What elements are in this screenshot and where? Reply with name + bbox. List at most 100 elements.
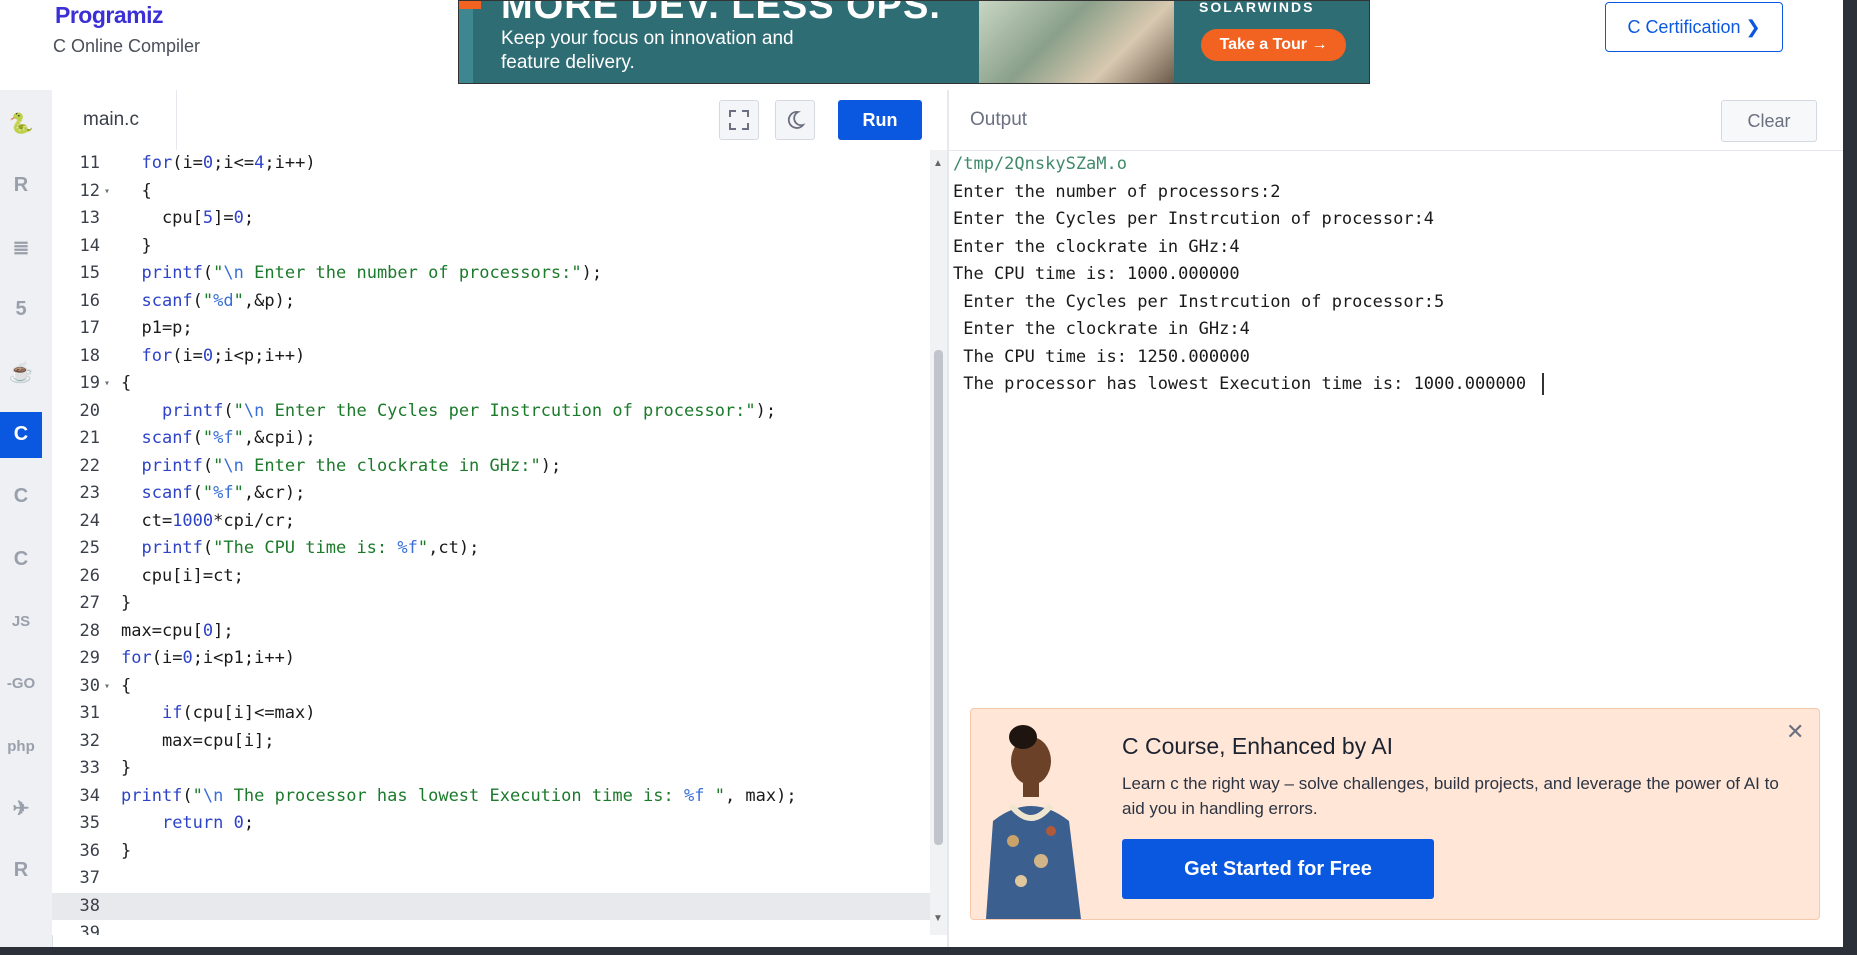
- line-number: 34: [79, 785, 100, 806]
- code-line[interactable]: 38: [52, 892, 930, 920]
- code-line[interactable]: 30 ▾ {: [52, 673, 930, 701]
- code-line[interactable]: 11 for(i=0;i<=4;i++): [52, 150, 930, 178]
- code-text[interactable]: for(i=0;i<=4;i++): [121, 150, 315, 178]
- scroll-down-icon[interactable]: ▼: [933, 913, 943, 924]
- line-number: 11: [79, 153, 100, 173]
- code-text[interactable]: printf("\n Enter the clockrate in GHz:")…: [121, 453, 561, 481]
- sidebar-language-c[interactable]: C: [0, 411, 42, 458]
- pane-divider[interactable]: [947, 90, 949, 955]
- scroll-up-icon[interactable]: ▲: [933, 158, 943, 169]
- sidebar-language-cpp[interactable]: C: [0, 474, 42, 520]
- code-line[interactable]: 28 max=cpu[0];: [52, 618, 930, 646]
- scrollbar-thumb[interactable]: [934, 350, 943, 845]
- code-line[interactable]: 19 ▾ {: [52, 370, 930, 398]
- fold-toggle-icon[interactable]: ▾: [104, 673, 110, 701]
- line-number: 14: [79, 235, 100, 256]
- code-line[interactable]: 35 return 0;: [52, 810, 930, 838]
- output-console[interactable]: /tmp/2QnskySZaM.o Enter the number of pro…: [953, 151, 1833, 399]
- code-line[interactable]: 27}: [52, 590, 930, 618]
- fold-toggle-icon[interactable]: ▾: [104, 178, 110, 206]
- code-line[interactable]: 23 scanf("%f",&cr);: [52, 480, 930, 508]
- code-line[interactable]: 18 for(i=0;i<p;i++): [52, 343, 930, 371]
- sidebar-language-java[interactable]: ☕: [0, 349, 42, 395]
- run-button[interactable]: Run: [838, 100, 922, 140]
- code-text[interactable]: {: [121, 673, 131, 701]
- code-line[interactable]: 21 scanf("%f",&cpi);: [52, 425, 930, 453]
- code-text[interactable]: max=cpu[0];: [121, 618, 234, 646]
- programiz-logo[interactable]: Programiz: [55, 2, 163, 29]
- output-line: Enter the number of processors:2: [953, 179, 1833, 207]
- code-text[interactable]: printf("\n Enter the number of processor…: [121, 260, 602, 288]
- code-line[interactable]: 24 ct=1000*cpi/cr;: [52, 508, 930, 536]
- code-line[interactable]: 37: [52, 865, 930, 893]
- get-started-button[interactable]: Get Started for Free: [1122, 839, 1434, 899]
- sidebar-language-python[interactable]: 🐍: [0, 100, 42, 146]
- code-line[interactable]: 33}: [52, 755, 930, 783]
- code-text[interactable]: max=cpu[i];: [121, 728, 275, 756]
- code-text[interactable]: printf("The CPU time is: %f",ct);: [121, 535, 479, 563]
- code-text[interactable]: }: [121, 838, 131, 866]
- code-text[interactable]: {: [121, 370, 131, 398]
- code-line[interactable]: 29 for(i=0;i<p1;i++): [52, 645, 930, 673]
- sidebar-language-csharp[interactable]: C: [0, 536, 42, 582]
- code-text[interactable]: p1=p;: [121, 315, 192, 343]
- file-tab-main-c[interactable]: main.c: [52, 90, 177, 150]
- code-line[interactable]: 17 p1=p;: [52, 315, 930, 343]
- line-number: 28: [79, 620, 100, 641]
- ad-take-tour-button[interactable]: Take a Tour →: [1201, 29, 1346, 61]
- line-number: 20: [79, 400, 100, 421]
- sidebar-language-javascript[interactable]: JS: [0, 598, 42, 644]
- code-text[interactable]: }: [121, 590, 131, 618]
- code-line[interactable]: 22 printf("\n Enter the clockrate in GHz…: [52, 453, 930, 481]
- code-text[interactable]: ct=1000*cpi/cr;: [121, 508, 295, 536]
- line-number: 37: [79, 868, 100, 888]
- code-line[interactable]: 16 scanf("%d",&p);: [52, 288, 930, 316]
- line-number: 32: [79, 730, 100, 751]
- code-line[interactable]: 39: [52, 920, 930, 935]
- sidebar-language-r[interactable]: R: [0, 162, 42, 208]
- code-text[interactable]: {: [121, 178, 151, 206]
- code-line[interactable]: 25 printf("The CPU time is: %f",ct);: [52, 535, 930, 563]
- sidebar-language-html[interactable]: 5: [0, 287, 42, 333]
- close-icon[interactable]: ✕: [1786, 719, 1804, 745]
- sidebar-language-rust[interactable]: R: [0, 848, 42, 894]
- code-text[interactable]: cpu[i]=ct;: [121, 563, 243, 591]
- code-line[interactable]: 20 printf("\n Enter the Cycles per Instr…: [52, 398, 930, 426]
- fullscreen-button[interactable]: [719, 100, 759, 140]
- code-line[interactable]: 32 max=cpu[i];: [52, 728, 930, 756]
- code-line[interactable]: 12 ▾ {: [52, 178, 930, 206]
- advertisement-banner[interactable]: MORE DEV. LESS OPS. Keep your focus on i…: [458, 0, 1370, 84]
- code-text[interactable]: scanf("%f",&cpi);: [121, 425, 315, 453]
- code-line[interactable]: 26 cpu[i]=ct;: [52, 563, 930, 591]
- sidebar-language-php[interactable]: php: [0, 723, 42, 769]
- theme-toggle-button[interactable]: [775, 100, 815, 140]
- sidebar-language-go[interactable]: -GO: [0, 661, 42, 707]
- editor-scrollbar[interactable]: ▲ ▼: [930, 150, 947, 935]
- ad-stripe-accent: [459, 1, 481, 9]
- code-text[interactable]: }: [121, 233, 151, 261]
- code-line[interactable]: 13 cpu[5]=0;: [52, 205, 930, 233]
- clear-button[interactable]: Clear: [1721, 100, 1817, 142]
- code-text[interactable]: for(i=0;i<p1;i++): [121, 645, 295, 673]
- code-line[interactable]: 31 if(cpu[i]<=max): [52, 700, 930, 728]
- code-line[interactable]: 14 }: [52, 233, 930, 261]
- code-line[interactable]: 15 printf("\n Enter the number of proces…: [52, 260, 930, 288]
- sidebar-language-sql[interactable]: ≣: [0, 225, 42, 271]
- output-line: The processor has lowest Execution time …: [953, 371, 1833, 399]
- code-editor[interactable]: 11 for(i=0;i<=4;i++) 12 ▾ {13 cpu[5]=0; 14 …: [52, 150, 930, 935]
- code-text[interactable]: printf("\n The processor has lowest Exec…: [121, 783, 797, 811]
- code-text[interactable]: cpu[5]=0;: [121, 205, 254, 233]
- code-line[interactable]: 36}: [52, 838, 930, 866]
- code-text[interactable]: printf("\n Enter the Cycles per Instrcut…: [121, 398, 776, 426]
- sidebar-language-swift[interactable]: ✈: [0, 785, 42, 831]
- code-text[interactable]: for(i=0;i<p;i++): [121, 343, 305, 371]
- code-line[interactable]: 34 printf("\n The processor has lowest Ex…: [52, 783, 930, 811]
- output-text: Enter the Cycles per Instrcution of proc…: [953, 209, 1435, 229]
- code-text[interactable]: scanf("%d",&p);: [121, 288, 295, 316]
- code-text[interactable]: return 0;: [121, 810, 254, 838]
- certification-button[interactable]: C Certification ❯: [1605, 2, 1783, 52]
- code-text[interactable]: }: [121, 755, 131, 783]
- code-text[interactable]: if(cpu[i]<=max): [121, 700, 316, 728]
- fold-toggle-icon[interactable]: ▾: [104, 370, 110, 398]
- code-text[interactable]: scanf("%f",&cr);: [121, 480, 305, 508]
